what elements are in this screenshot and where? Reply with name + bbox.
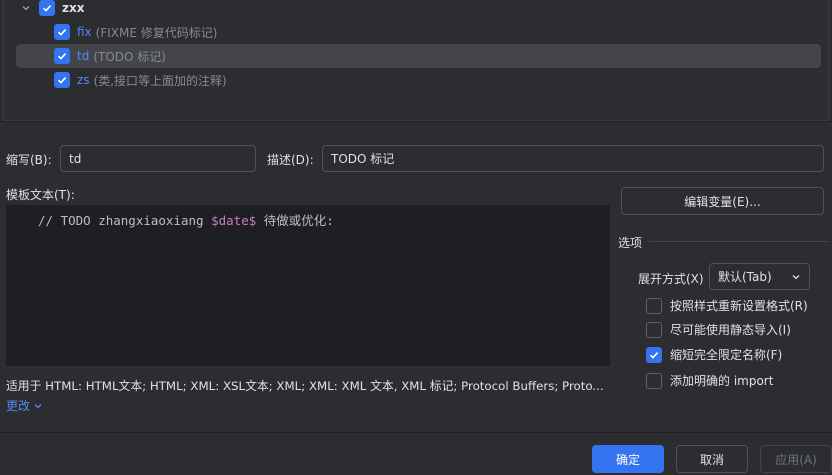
- item-description: (FIXME 修复代码标记): [95, 25, 218, 40]
- change-link-label: 更改: [6, 399, 31, 413]
- change-context-link[interactable]: 更改: [6, 397, 43, 414]
- reformat-checkbox-row[interactable]: 按照样式重新设置格式(R): [646, 297, 808, 314]
- chevron-down-icon: [33, 401, 43, 411]
- cancel-label: 取消: [699, 452, 724, 467]
- explicit-import-label: 添加明确的 import: [670, 374, 774, 388]
- reformat-label: 按照样式重新设置格式(R): [670, 299, 808, 313]
- tree-item-fix[interactable]: fix (FIXME 修复代码标记): [54, 20, 654, 44]
- static-import-label: 尽可能使用静态导入(I): [670, 323, 791, 337]
- desc-input[interactable]: TODO 标记: [322, 145, 824, 172]
- explicit-import-checkbox-row[interactable]: 添加明确的 import: [646, 372, 773, 389]
- group-label: zxx: [62, 1, 85, 15]
- shorten-fqn-checkbox[interactable]: [646, 346, 662, 363]
- divider: [0, 121, 832, 122]
- tree-item-td[interactable]: td (TODO 标记): [16, 44, 821, 68]
- desc-input-value: TODO 标记: [331, 152, 395, 166]
- abbr-input[interactable]: td: [60, 145, 256, 172]
- abbr-label: 缩写(B):: [6, 153, 52, 167]
- shorten-fqn-label: 缩短完全限定名称(F): [670, 348, 783, 362]
- desc-label: 描述(D):: [267, 153, 314, 167]
- expand-label: 展开方式(X): [638, 272, 704, 286]
- template-line: // TODO zhangxiaoxiang $date$ 待做或优化:: [38, 210, 334, 229]
- static-import-checkbox[interactable]: [646, 321, 662, 338]
- static-import-checkbox-row[interactable]: 尽可能使用静态导入(I): [646, 321, 791, 338]
- item-checkbox[interactable]: [54, 48, 70, 64]
- section-divider: [649, 241, 829, 242]
- shorten-fqn-checkbox-row[interactable]: 缩短完全限定名称(F): [646, 346, 782, 363]
- template-variable: $date$: [211, 213, 257, 228]
- item-abbreviation: zs: [77, 73, 90, 87]
- tree-group-zxx[interactable]: zxx: [18, 0, 318, 20]
- applies-to-text: 适用于 HTML: HTML文本; HTML; XML: XSL文本; XML;…: [6, 379, 604, 393]
- chevron-down-icon: [791, 272, 801, 282]
- item-description: (TODO 标记): [93, 49, 166, 64]
- ok-button[interactable]: 确定: [592, 445, 664, 473]
- edit-variables-label: 编辑变量(E)...: [684, 194, 761, 209]
- abbr-input-value: td: [69, 151, 82, 166]
- template-label: 模板文本(T):: [6, 188, 75, 202]
- edit-variables-button[interactable]: 编辑变量(E)...: [621, 187, 824, 215]
- apply-button[interactable]: 应用(A): [760, 445, 832, 473]
- item-abbreviation: fix: [77, 25, 92, 39]
- expand-select-value: 默认(Tab): [718, 270, 772, 284]
- item-checkbox[interactable]: [54, 24, 70, 40]
- template-suffix: 待做或优化:: [256, 213, 334, 228]
- explicit-import-checkbox[interactable]: [646, 372, 662, 389]
- apply-label: 应用(A): [775, 452, 817, 467]
- template-prefix: // TODO zhangxiaoxiang: [38, 213, 212, 228]
- item-abbreviation: td: [77, 49, 90, 63]
- reformat-checkbox[interactable]: [646, 297, 662, 314]
- expand-select[interactable]: 默认(Tab): [709, 263, 810, 290]
- item-checkbox[interactable]: [54, 72, 70, 88]
- group-checkbox[interactable]: [39, 0, 55, 16]
- item-description: (类,接口等上面加的注释): [93, 73, 227, 88]
- ok-label: 确定: [615, 452, 640, 467]
- cancel-button[interactable]: 取消: [676, 445, 748, 473]
- chevron-down-icon[interactable]: [18, 0, 34, 16]
- template-tree: zxx fix (FIXME 修复代码标记) td (TODO 标记) zs (…: [3, 0, 829, 121]
- options-section-title: 选项: [618, 236, 643, 250]
- tree-item-zs[interactable]: zs (类,接口等上面加的注释): [54, 68, 654, 92]
- template-editor[interactable]: // TODO zhangxiaoxiang $date$ 待做或优化:: [6, 205, 610, 366]
